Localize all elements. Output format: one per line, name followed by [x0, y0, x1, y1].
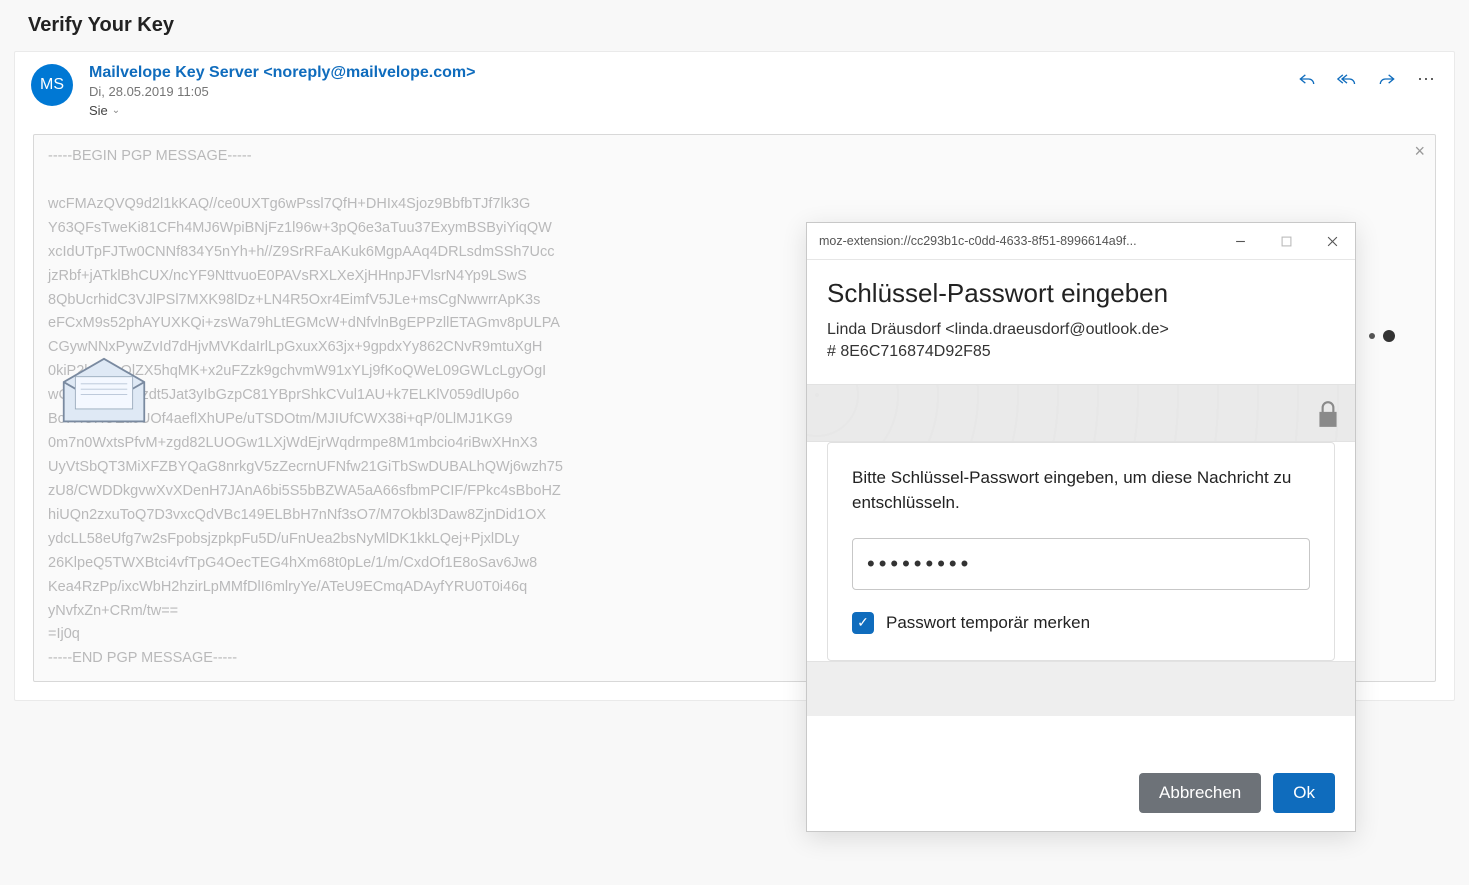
recipients-toggle[interactable]: Sie ⌄ [89, 103, 1280, 118]
window-minimize-button[interactable] [1217, 223, 1263, 259]
remember-label: Passwort temporär merken [886, 613, 1090, 633]
ok-button[interactable]: Ok [1273, 773, 1335, 813]
window-maximize-button[interactable] [1263, 223, 1309, 259]
chevron-down-icon: ⌄ [112, 105, 120, 116]
popup-identity: Linda Dräusdorf <linda.draeusdorf@outloo… [827, 319, 1335, 364]
password-input[interactable] [852, 538, 1310, 590]
more-actions-button[interactable]: ⋯ [1416, 68, 1438, 90]
email-date: Di, 28.05.2019 11:05 [89, 84, 1280, 99]
password-form: Bitte Schlüssel-Passwort eingeben, um di… [827, 442, 1335, 661]
envelope-icon [59, 357, 149, 425]
popup-address: moz-extension://cc293b1c-c0dd-4633-8f51-… [819, 234, 1217, 248]
sender-name[interactable]: Mailvelope Key Server <noreply@mailvelop… [89, 64, 1280, 82]
lock-icon [1315, 399, 1341, 434]
security-banner [807, 384, 1355, 442]
window-close-button[interactable] [1309, 223, 1355, 259]
password-prompt: Bitte Schlüssel-Passwort eingeben, um di… [852, 465, 1310, 516]
cancel-button[interactable]: Abbrechen [1139, 773, 1261, 813]
password-popup-window: moz-extension://cc293b1c-c0dd-4633-8f51-… [806, 222, 1356, 832]
reply-button[interactable] [1296, 68, 1318, 90]
reply-all-button[interactable] [1336, 68, 1358, 90]
loading-spinner [1369, 330, 1395, 342]
popup-title: Schlüssel-Passwort eingeben [827, 278, 1335, 309]
remember-checkbox[interactable]: ✓ [852, 612, 874, 634]
forward-button[interactable] [1376, 68, 1398, 90]
sender-avatar: MS [31, 64, 73, 106]
email-subject: Verify Your Key [0, 0, 1469, 45]
security-banner-bottom [807, 661, 1355, 716]
